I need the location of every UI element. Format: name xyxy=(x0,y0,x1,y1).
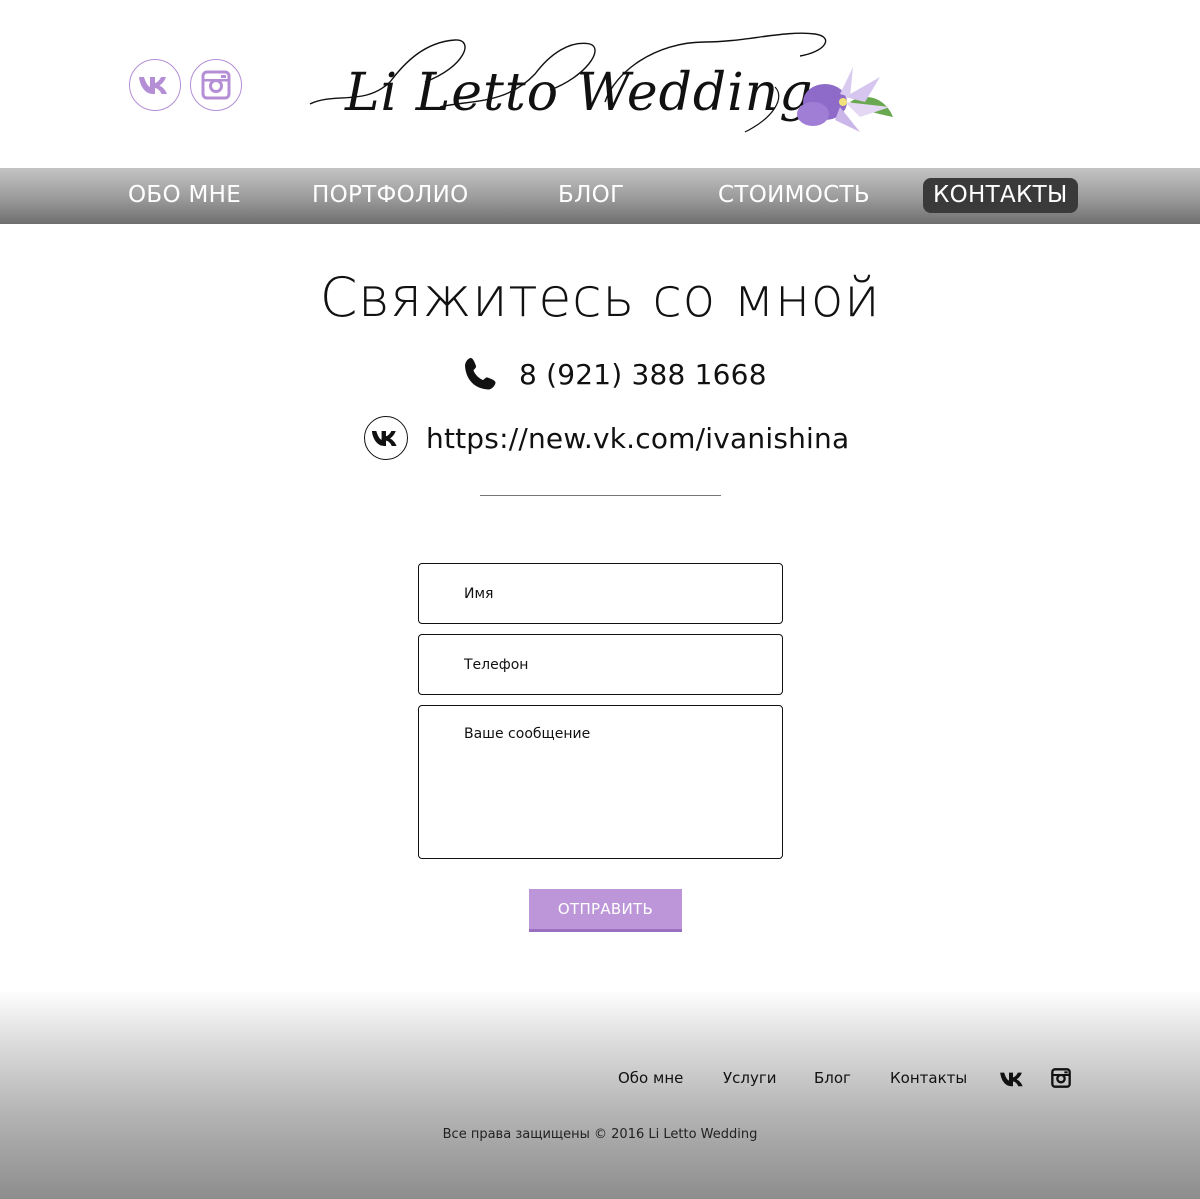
nav-item-blog[interactable]: БЛОГ xyxy=(548,178,634,213)
instagram-icon xyxy=(201,70,231,100)
instagram-icon xyxy=(1051,1068,1071,1088)
divider xyxy=(480,495,721,496)
submit-button[interactable]: ОТПРАВИТЬ xyxy=(529,889,682,932)
phone-icon xyxy=(465,358,496,390)
logo-text: Li Letto Wedding xyxy=(344,63,814,123)
vk-icon xyxy=(371,430,397,446)
header-vk-link[interactable] xyxy=(129,59,181,111)
footer-vk-link[interactable] xyxy=(999,1071,1027,1092)
phone-row: 8 (921) 388 1668 xyxy=(463,356,767,392)
nav-item-pricing[interactable]: СТОИМОСТЬ xyxy=(708,178,880,213)
nav-item-portfolio[interactable]: ПОРТФОЛИО xyxy=(302,178,479,213)
vk-icon xyxy=(1000,1072,1023,1087)
name-input[interactable] xyxy=(418,563,783,624)
vk-link[interactable]: https://new.vk.com/ivanishina xyxy=(426,422,849,455)
nav-item-about[interactable]: ОБО МНЕ xyxy=(118,178,251,213)
vk-row: https://new.vk.com/ivanishina xyxy=(364,416,849,460)
phone-link[interactable]: 8 (921) 388 1668 xyxy=(519,358,767,391)
phone-input[interactable] xyxy=(418,634,783,695)
logo[interactable]: Li Letto Wedding xyxy=(305,22,900,146)
vk-round-icon xyxy=(364,416,408,460)
main-nav: ОБО МНЕ ПОРТФОЛИО БЛОГ СТОИМОСТЬ КОНТАКТ… xyxy=(0,168,1200,224)
nav-item-contacts[interactable]: КОНТАКТЫ xyxy=(923,178,1078,213)
footer-link-contacts[interactable]: Контакты xyxy=(890,1069,967,1087)
footer-link-services[interactable]: Услуги xyxy=(723,1069,776,1087)
site-footer: Обо мне Услуги Блог Контакты Все права з… xyxy=(0,990,1200,1199)
copyright: Все права защищены © 2016 Li Letto Weddi… xyxy=(442,1127,758,1142)
page-title: Свяжитесь со мной xyxy=(319,266,881,329)
footer-link-blog[interactable]: Блог xyxy=(814,1069,851,1087)
message-textarea[interactable] xyxy=(418,705,783,859)
header-instagram-link[interactable] xyxy=(190,59,242,111)
site-header: Li Letto Wedding xyxy=(0,0,1200,168)
footer-link-about[interactable]: Обо мне xyxy=(618,1069,683,1087)
vk-icon xyxy=(139,77,167,94)
footer-instagram-link[interactable] xyxy=(1051,1068,1071,1093)
